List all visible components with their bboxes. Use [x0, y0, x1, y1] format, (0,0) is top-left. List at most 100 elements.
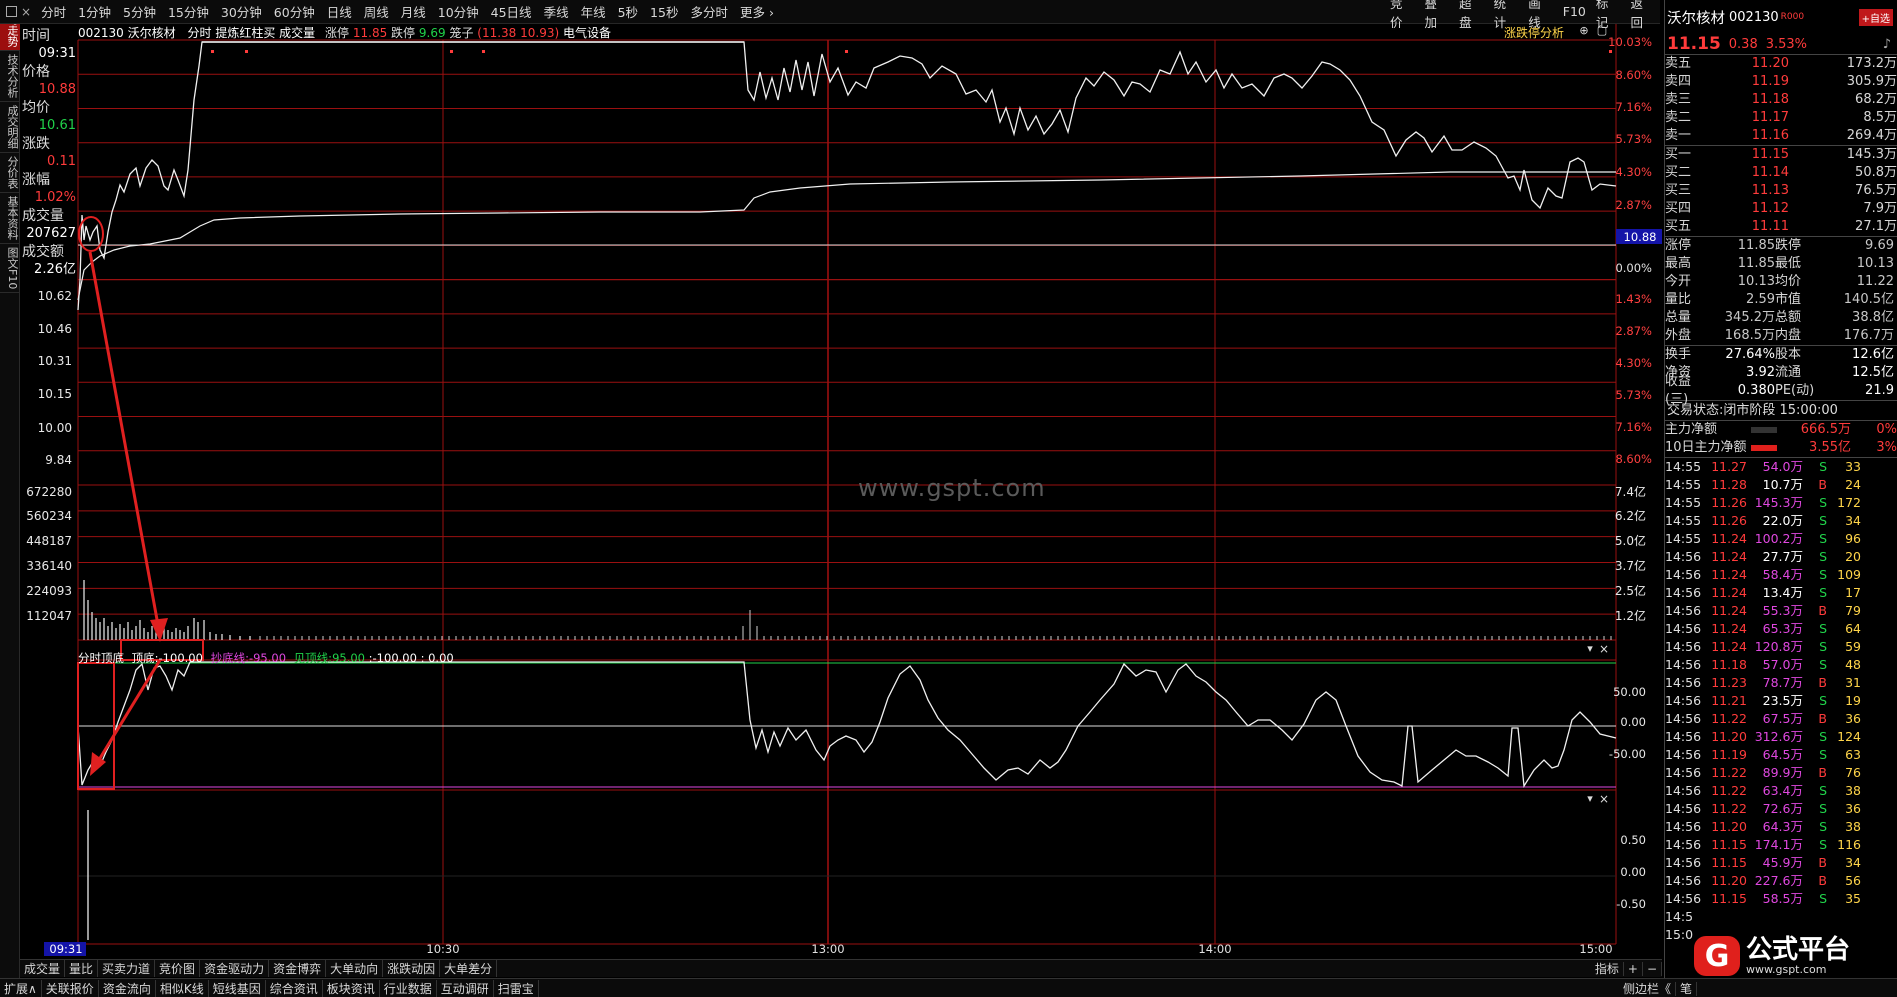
- tick-row: 14:56 11.20 64.3万 S 38: [1665, 818, 1897, 836]
- limit-analysis-link[interactable]: 涨跌停分析: [1504, 24, 1564, 42]
- stat-cell: 176.7万: [1843, 328, 1894, 343]
- header-limit-down: 9.69: [418, 26, 446, 40]
- indicator-name[interactable]: 分时顶底: [78, 651, 124, 665]
- bottom-link[interactable]: 行业数据: [380, 979, 437, 997]
- period-tab[interactable]: 分时: [35, 2, 72, 21]
- tick-cell: 19: [1845, 693, 1861, 708]
- side-tab[interactable]: 成交明细: [0, 102, 20, 153]
- period-tab[interactable]: 5秒: [612, 2, 644, 21]
- indicator-tab[interactable]: 涨跌动因: [383, 960, 441, 977]
- last-price: 11.15: [1667, 34, 1721, 54]
- bottom-link[interactable]: 短线基因: [209, 979, 266, 997]
- pct-axis-label: 0.00%: [1615, 261, 1652, 275]
- side-tab[interactable]: 图文F10: [0, 244, 20, 294]
- tick-cell: 11.15: [1711, 855, 1747, 870]
- tool-button[interactable]: 返回: [1625, 0, 1660, 31]
- bottom-link[interactable]: 资金流向: [99, 979, 156, 997]
- bottom-link[interactable]: 扩展∧: [0, 979, 42, 997]
- period-tab[interactable]: 10分钟: [432, 2, 485, 21]
- indicator-tool[interactable]: −: [1642, 962, 1662, 976]
- tick-cell: 14:56: [1665, 657, 1702, 672]
- stat-cell: 27.64%: [1725, 347, 1775, 362]
- indicator-tab[interactable]: 成交量: [20, 960, 66, 977]
- period-tab[interactable]: 周线: [358, 2, 395, 21]
- tick-cell: 11.21: [1711, 693, 1747, 708]
- side-tab[interactable]: 技术分析: [0, 51, 20, 102]
- indicator-tab[interactable]: 量比: [65, 960, 99, 977]
- period-tab[interactable]: 日线: [321, 2, 358, 21]
- bottom-link[interactable]: 扫雷宝: [494, 979, 539, 997]
- period-tab[interactable]: 30分钟: [215, 2, 268, 21]
- indicator-tab[interactable]: 大单动向: [326, 960, 384, 977]
- period-tab[interactable]: 5分钟: [117, 2, 162, 21]
- logo-url: www.gspt.com: [1746, 963, 1827, 976]
- indicator-tab[interactable]: 资金驱动力: [200, 960, 270, 977]
- tick-cell: S: [1819, 513, 1827, 528]
- stat-cell: 内盘: [1775, 328, 1802, 343]
- indicator-tab[interactable]: 竞价图: [155, 960, 201, 977]
- bottom-link[interactable]: 关联报价: [42, 979, 99, 997]
- book-volume: 173.2万: [1846, 56, 1897, 71]
- period-tab[interactable]: 年线: [575, 2, 612, 21]
- volume-axis-label: 672280: [26, 485, 72, 499]
- stat-cell: 11.85: [1737, 238, 1775, 253]
- tick-cell: S: [1819, 585, 1827, 600]
- add-watchlist-button[interactable]: +自选: [1858, 8, 1893, 26]
- tick-cell: S: [1819, 783, 1827, 798]
- tick-cell: 22.0万: [1762, 513, 1803, 528]
- layout-icon[interactable]: [6, 6, 17, 17]
- tick-cell: 56: [1845, 873, 1861, 888]
- indicator2-axis-label: -0.50: [1616, 897, 1646, 911]
- tool-button[interactable]: F10: [1558, 4, 1591, 19]
- tick-cell: S: [1819, 639, 1827, 654]
- period-tab[interactable]: 1分钟: [72, 2, 117, 21]
- period-tab[interactable]: 多分时: [684, 2, 734, 21]
- bell-icon[interactable]: ♪: [1883, 37, 1891, 52]
- bottom-link[interactable]: 综合资讯: [266, 979, 323, 997]
- tick-row: 14:56 11.22 89.9万 B 76: [1665, 764, 1897, 782]
- tick-cell: 45.9万: [1762, 855, 1803, 870]
- period-tab[interactable]: 月线: [395, 2, 432, 21]
- tick-cell: B: [1818, 477, 1827, 492]
- indicator-tool[interactable]: 指标: [1590, 962, 1624, 976]
- tick-row: 14:56 11.21 23.5万 S 19: [1665, 692, 1897, 710]
- header-mode[interactable]: 分时: [187, 26, 211, 40]
- stat-cell: 股本: [1775, 347, 1802, 362]
- info-amount: 2.26亿: [34, 262, 76, 277]
- current-price-label: 10.88: [1624, 230, 1657, 244]
- side-tab[interactable]: 分价表: [0, 153, 20, 193]
- tick-row: 14:56 11.19 64.5万 S 63: [1665, 746, 1897, 764]
- tick-row: 14:5: [1665, 908, 1897, 926]
- tick-cell: 36: [1845, 801, 1861, 816]
- tick-cell: 34: [1845, 855, 1861, 870]
- tick-cell: 96: [1845, 531, 1861, 546]
- tick-cell: 58.5万: [1762, 891, 1803, 906]
- indicator-tab[interactable]: 资金博弈: [269, 960, 327, 977]
- sidebar-toggle[interactable]: 侧边栏《: [1618, 981, 1676, 996]
- indicator-tab[interactable]: 买卖力道: [98, 960, 156, 977]
- period-tab[interactable]: 季线: [538, 2, 575, 21]
- period-tab[interactable]: 15秒: [644, 2, 684, 21]
- tick-cell: 31: [1845, 675, 1861, 690]
- header-hint: 提炼红柱买: [215, 26, 276, 40]
- money-flow: 主力净额 666.5万 0% 10日主力净额 3.55亿 3%: [1665, 420, 1897, 457]
- indicator-extra: :-100.00 : 0.00: [368, 651, 454, 665]
- period-tab[interactable]: 45日线: [485, 2, 538, 21]
- close-icon[interactable]: ×: [21, 5, 31, 19]
- book-price: 11.18: [1751, 92, 1789, 107]
- period-tab[interactable]: 60分钟: [268, 2, 321, 21]
- bottom-link[interactable]: 板块资讯: [323, 979, 380, 997]
- indicator-tool[interactable]: +: [1623, 962, 1643, 976]
- side-tab[interactable]: 基本资料: [0, 193, 20, 244]
- sidebar-toggle[interactable]: 笔: [1675, 981, 1697, 996]
- pane2-menu-icon: ▾: [1587, 792, 1593, 805]
- book-level-label: 卖一: [1665, 128, 1692, 143]
- tick-cell: 14:56: [1665, 873, 1702, 888]
- tick-row: 14:56 11.15 174.1万 S 116: [1665, 836, 1897, 854]
- bottom-link[interactable]: 相似K线: [156, 979, 209, 997]
- indicator-tab[interactable]: 大单差分: [440, 960, 498, 977]
- period-tab[interactable]: 更多 ›: [734, 2, 780, 21]
- pct-axis-label: 5.73%: [1615, 388, 1652, 402]
- bottom-link[interactable]: 互动调研: [437, 979, 494, 997]
- period-tab[interactable]: 15分钟: [162, 2, 215, 21]
